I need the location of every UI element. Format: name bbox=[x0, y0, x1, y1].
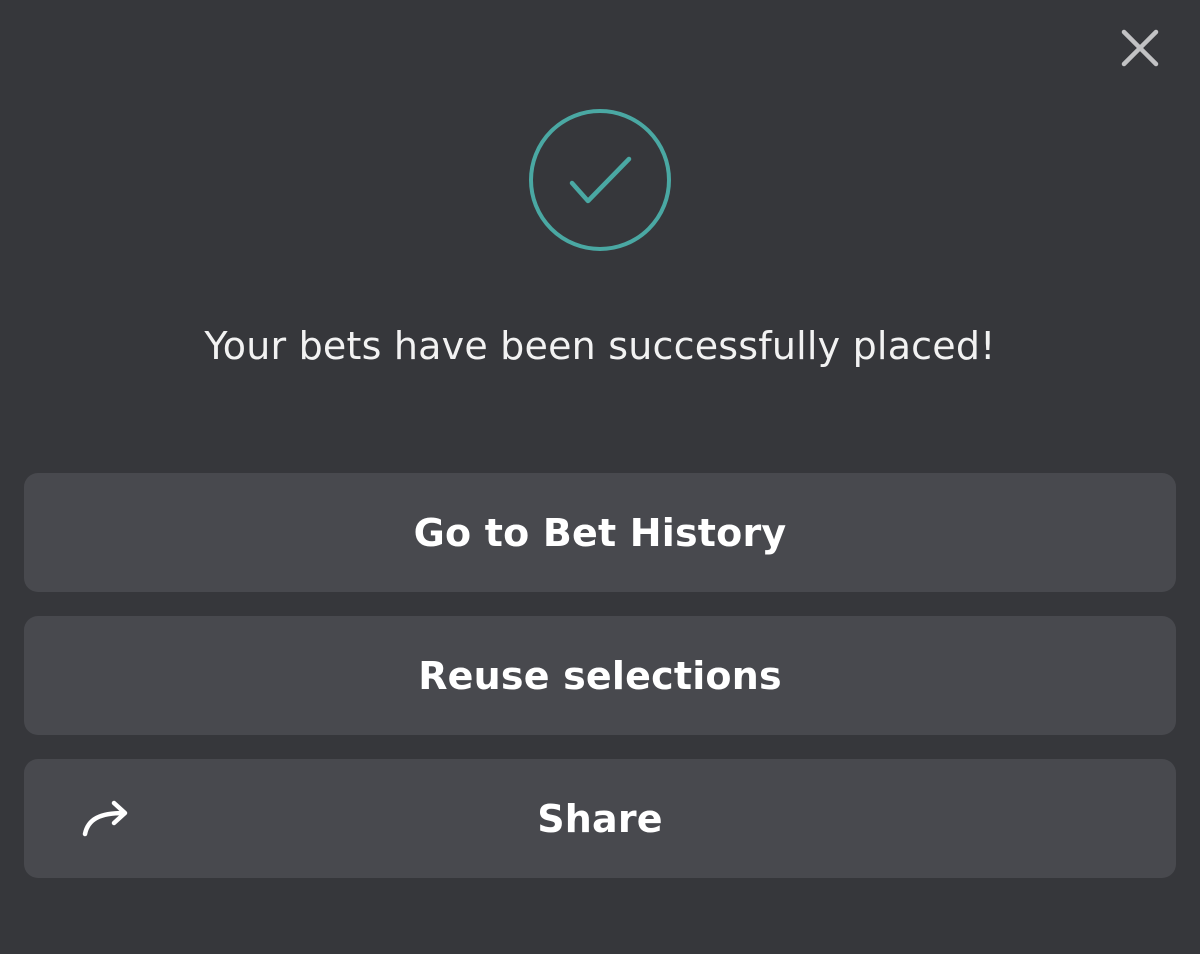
reuse-selections-button[interactable]: Reuse selections bbox=[24, 616, 1176, 735]
go-to-bet-history-label: Go to Bet History bbox=[413, 510, 787, 555]
checkmark-circle-icon bbox=[528, 108, 672, 252]
share-arrow-icon bbox=[80, 799, 134, 839]
share-button[interactable]: Share bbox=[24, 759, 1176, 878]
close-button[interactable] bbox=[1112, 20, 1168, 76]
reuse-selections-label: Reuse selections bbox=[418, 653, 782, 698]
go-to-bet-history-button[interactable]: Go to Bet History bbox=[24, 473, 1176, 592]
share-label: Share bbox=[537, 796, 663, 841]
success-message: Your bets have been successfully placed! bbox=[204, 324, 996, 368]
close-icon bbox=[1120, 28, 1160, 68]
